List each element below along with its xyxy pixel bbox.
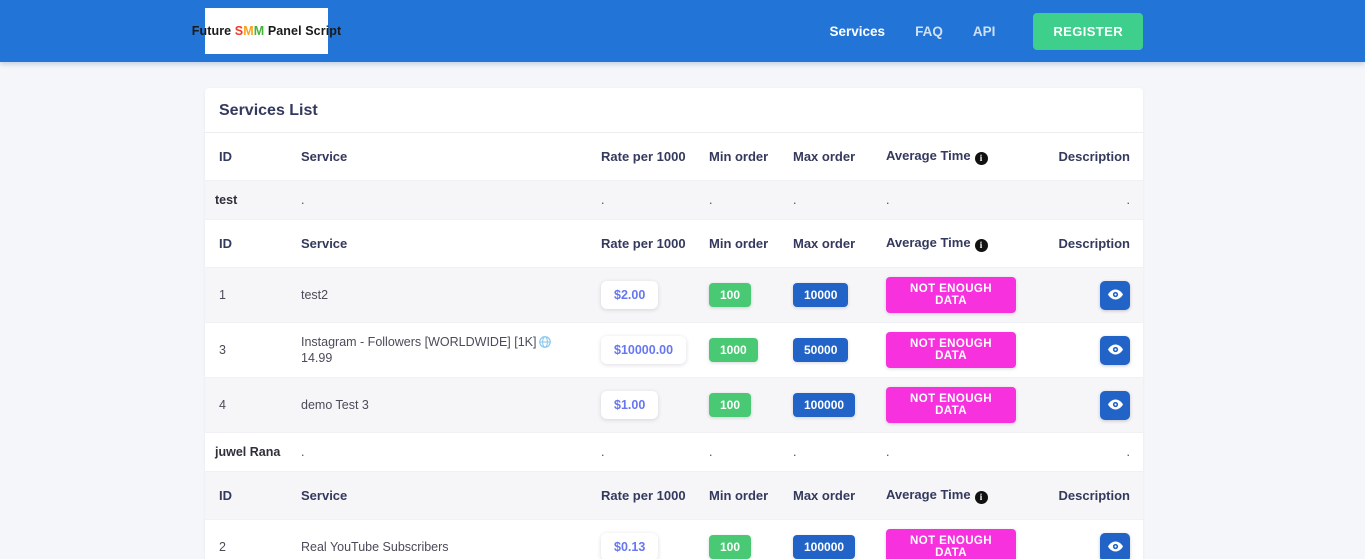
service-row: 2 Real YouTube Subscribers $0.13 100 100… — [205, 520, 1143, 559]
service-id: 3 — [219, 343, 226, 357]
col-rate: Rate per 1000 — [601, 149, 686, 164]
category-name: test — [215, 193, 238, 207]
min-order-badge: 100 — [709, 535, 752, 559]
service-id: 4 — [219, 398, 226, 412]
col-min-order: Min order — [709, 236, 769, 251]
category-row: juwel Rana . . . . . . — [205, 433, 1143, 472]
register-button[interactable]: REGISTER — [1033, 12, 1143, 50]
view-description-button[interactable] — [1100, 532, 1130, 559]
eye-icon — [1107, 288, 1123, 303]
service-row: 4 demo Test 3 $1.00 100 100000 NOT ENOUG… — [205, 377, 1143, 433]
col-max-order: Max order — [793, 488, 856, 503]
max-order-badge: 100000 — [793, 535, 856, 559]
table-header-row: ID Service Rate per 1000 Min order Max o… — [205, 471, 1143, 520]
logo[interactable]: Future SMM Panel Script — [192, 8, 341, 54]
category-name: juwel Rana — [215, 445, 281, 459]
col-service: Service — [301, 488, 348, 503]
rate-badge: $1.00 — [601, 391, 659, 419]
table-header-row: ID Service Rate per 1000 Min order Max o… — [205, 220, 1143, 268]
col-service: Service — [301, 236, 348, 251]
service-name: Real YouTube Subscribers — [301, 540, 449, 554]
rate-badge: $2.00 — [601, 281, 659, 309]
info-icon[interactable]: i — [974, 239, 988, 252]
eye-icon — [1107, 398, 1123, 413]
col-rate: Rate per 1000 — [601, 236, 686, 251]
col-average-time: Average Time i — [876, 472, 1026, 520]
col-average-time: Average Time i — [876, 133, 1026, 181]
col-max-order: Max order — [793, 236, 856, 251]
service-name: demo Test 3 — [301, 398, 369, 412]
nav-link-faq[interactable]: FAQ — [915, 24, 943, 39]
nav-link-services[interactable]: Services — [830, 24, 886, 39]
min-order-badge: 100 — [709, 283, 752, 307]
col-min-order: Min order — [709, 149, 769, 164]
page-title: Services List — [219, 102, 318, 119]
average-time-badge: NOT ENOUGH DATA — [886, 387, 1016, 423]
service-name: Instagram - Followers [WORLDWIDE] [1K]14… — [291, 323, 591, 378]
services-card: Services List ID Service Rate per 1000 M… — [205, 88, 1143, 559]
globe-icon — [539, 336, 552, 351]
view-description-button[interactable] — [1100, 390, 1130, 420]
col-min-order: Min order — [709, 488, 769, 503]
min-order-badge: 1000 — [709, 338, 758, 362]
col-id: ID — [219, 149, 232, 164]
max-order-badge: 10000 — [793, 283, 849, 307]
nav-menu: Services FAQ API REGISTER — [800, 12, 1143, 50]
col-id: ID — [219, 236, 232, 251]
rate-badge: $0.13 — [601, 533, 659, 559]
logo-text: Future SMM Panel Script — [191, 24, 342, 38]
max-order-badge: 100000 — [793, 393, 856, 417]
info-icon[interactable]: i — [974, 152, 988, 165]
col-description: Description — [1058, 488, 1130, 503]
col-max-order: Max order — [793, 149, 856, 164]
col-description: Description — [1058, 149, 1130, 164]
navbar: Future SMM Panel Script Services FAQ API… — [0, 0, 1365, 62]
col-service: Service — [301, 149, 348, 164]
max-order-badge: 50000 — [793, 338, 849, 362]
rate-badge: $10000.00 — [601, 336, 687, 364]
service-row: 1 test2 $2.00 100 10000 NOT ENOUGH DATA — [205, 267, 1143, 323]
view-description-button[interactable] — [1100, 280, 1130, 310]
eye-icon — [1107, 540, 1123, 555]
col-average-time: Average Time i — [876, 220, 1026, 268]
col-rate: Rate per 1000 — [601, 488, 686, 503]
service-id: 1 — [219, 288, 226, 302]
average-time-badge: NOT ENOUGH DATA — [886, 277, 1016, 313]
service-name: test2 — [301, 288, 329, 302]
col-description: Description — [1058, 236, 1130, 251]
view-description-button[interactable] — [1100, 335, 1130, 365]
average-time-badge: NOT ENOUGH DATA — [886, 529, 1016, 559]
services-table: ID Service Rate per 1000 Min order Max o… — [205, 133, 1143, 559]
col-id: ID — [219, 488, 232, 503]
service-id: 2 — [219, 540, 226, 554]
eye-icon — [1107, 343, 1123, 358]
table-header-row: ID Service Rate per 1000 Min order Max o… — [205, 133, 1143, 181]
average-time-badge: NOT ENOUGH DATA — [886, 332, 1016, 368]
service-row: 3 Instagram - Followers [WORLDWIDE] [1K]… — [205, 323, 1143, 378]
nav-link-api[interactable]: API — [973, 24, 996, 39]
min-order-badge: 100 — [709, 393, 752, 417]
info-icon[interactable]: i — [974, 491, 988, 504]
card-header: Services List — [205, 88, 1143, 133]
category-row: test . . . . . . — [205, 180, 1143, 220]
